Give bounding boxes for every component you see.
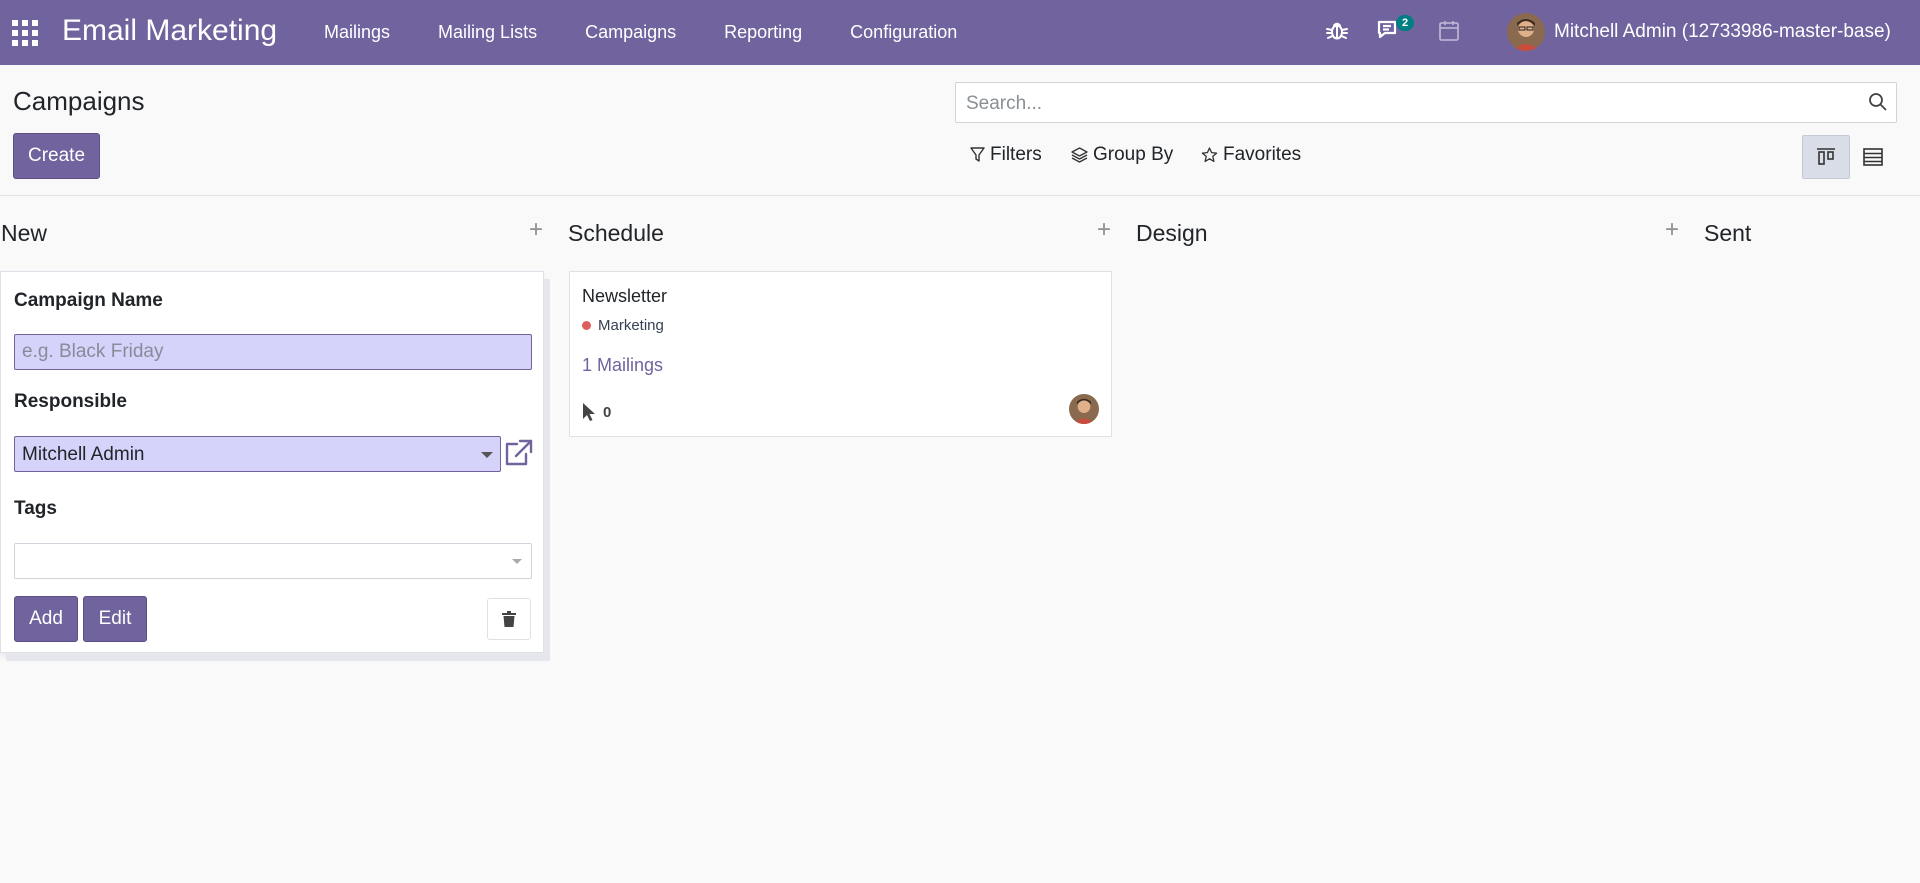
list-icon: [1863, 148, 1883, 166]
campaign-name-input[interactable]: [14, 334, 532, 370]
search-icon[interactable]: [1868, 92, 1888, 117]
messages-count-badge: 2: [1396, 15, 1415, 31]
edit-button[interactable]: Edit: [83, 596, 147, 642]
group-by-button[interactable]: Group By: [1071, 144, 1173, 166]
kanban-view-button[interactable]: [1802, 135, 1850, 179]
responsible-label: Responsible: [14, 391, 127, 412]
column-title-schedule[interactable]: Schedule: [568, 220, 664, 247]
search-input[interactable]: [964, 83, 1848, 124]
menu-item-reporting[interactable]: Reporting: [724, 22, 802, 43]
create-button[interactable]: Create: [13, 133, 100, 179]
search-bar: [955, 82, 1897, 124]
trash-icon: [502, 611, 516, 627]
cursor-icon: [583, 403, 595, 421]
column-title-new[interactable]: New: [1, 220, 47, 247]
external-link-icon[interactable]: [503, 439, 533, 472]
column-add-icon[interactable]: +: [1097, 218, 1111, 242]
tags-input[interactable]: [14, 543, 532, 579]
favorites-button[interactable]: Favorites: [1201, 144, 1301, 166]
user-avatar[interactable]: [1507, 13, 1545, 51]
chevron-down-icon: [512, 559, 522, 564]
bug-icon[interactable]: [1325, 19, 1349, 48]
layers-icon: [1071, 147, 1088, 163]
kanban-icon: [1817, 148, 1835, 165]
card-tag: Marketing: [582, 317, 664, 334]
kanban-card[interactable]: Newsletter Marketing 1 Mailings 0: [569, 271, 1112, 437]
clicks-count: 0: [582, 402, 611, 422]
campaign-name-label: Campaign Name: [14, 290, 163, 311]
filters-button[interactable]: Filters: [970, 144, 1042, 166]
user-menu[interactable]: Mitchell Admin (12733986-master-base): [1554, 21, 1891, 43]
column-title-sent[interactable]: Sent: [1704, 220, 1751, 247]
card-title: Newsletter: [582, 286, 668, 306]
add-button[interactable]: Add: [14, 596, 78, 642]
page-title: Campaigns: [13, 86, 145, 116]
star-icon: [1201, 147, 1218, 163]
app-title[interactable]: Email Marketing: [62, 14, 277, 48]
discard-button[interactable]: [487, 598, 531, 640]
calendar-icon[interactable]: [1439, 20, 1459, 47]
column-add-icon[interactable]: +: [1665, 218, 1679, 242]
clicks-value: 0: [603, 403, 612, 421]
column-add-icon[interactable]: +: [529, 218, 543, 242]
apps-menu-icon[interactable]: [12, 20, 38, 46]
tags-label: Tags: [14, 498, 57, 519]
tag-color-dot: [582, 321, 591, 330]
top-navbar: Email Marketing Mailings Mailing Lists C…: [0, 0, 1920, 65]
control-panel-divider: [0, 195, 1920, 196]
responsible-select[interactable]: Mitchell Admin: [14, 436, 501, 472]
group-by-label: Group By: [1093, 144, 1174, 165]
filter-icon: [970, 147, 985, 162]
chevron-down-icon: [481, 452, 493, 458]
menu-item-mailing-lists[interactable]: Mailing Lists: [438, 22, 537, 43]
menu-item-campaigns[interactable]: Campaigns: [585, 22, 676, 43]
menu-item-configuration[interactable]: Configuration: [850, 22, 957, 43]
quick-create-form: Campaign Name Responsible Mitchell Admin…: [0, 271, 544, 653]
responsible-value: Mitchell Admin: [22, 444, 145, 465]
favorites-label: Favorites: [1223, 144, 1302, 165]
tag-label: Marketing: [598, 317, 664, 334]
mailings-link[interactable]: 1 Mailings: [582, 355, 663, 376]
column-title-design[interactable]: Design: [1136, 220, 1208, 247]
list-view-button[interactable]: [1849, 135, 1897, 179]
filters-label: Filters: [990, 144, 1042, 165]
main-menu: Mailings Mailing Lists Campaigns Reporti…: [300, 0, 981, 65]
assignee-avatar[interactable]: [1069, 394, 1099, 424]
menu-item-mailings[interactable]: Mailings: [324, 22, 390, 43]
